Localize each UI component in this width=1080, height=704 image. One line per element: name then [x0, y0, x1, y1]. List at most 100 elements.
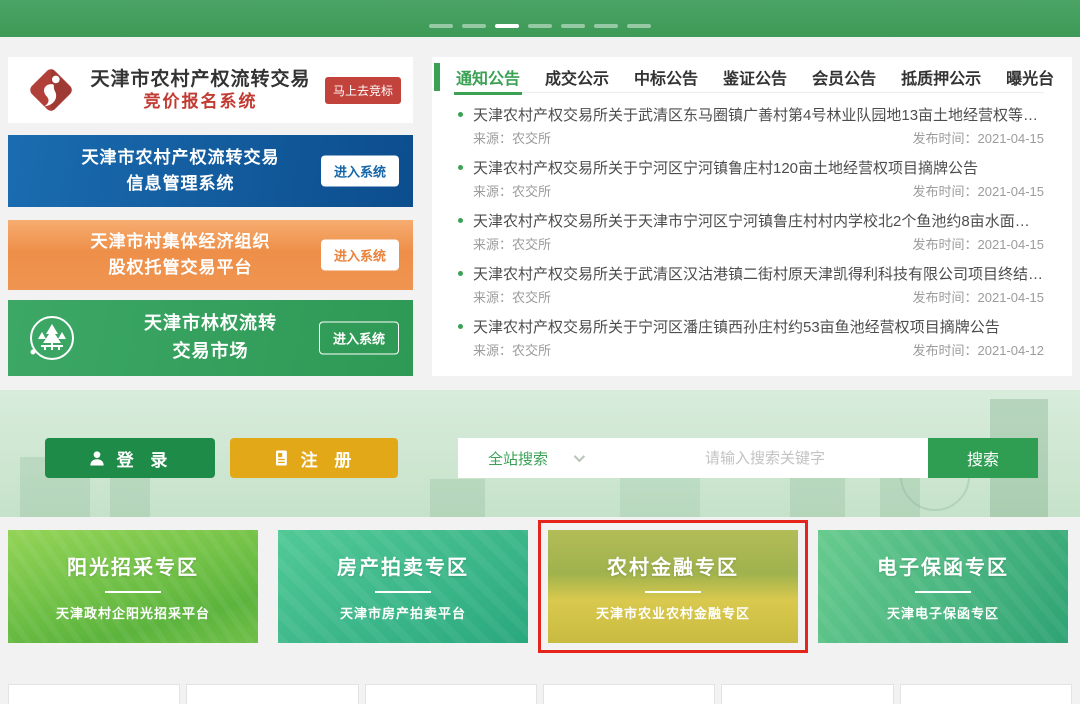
zone-divider	[915, 591, 971, 593]
banner-text: 天津市村集体经济组织 股权托管交易平台	[91, 229, 271, 282]
source-value: 农交所	[512, 131, 551, 146]
announcement-panel: 通知公告 成交公示 中标公告 鉴证公告 会员公告 抵质押公示 曝光台 更多 天津…	[432, 57, 1072, 376]
go-bid-button[interactable]: 马上去竞标	[325, 77, 401, 104]
publish-date: 2021-04-15	[978, 131, 1045, 146]
source-label: 来源：	[473, 131, 512, 146]
list-item: 天津农村产权交易所关于武清区汉沽港镇二街村原天津凯得利科技有限公司项目终结公告 …	[456, 264, 1044, 306]
announcement-meta: 来源：农交所 发布时间：2021-04-15	[456, 236, 1044, 253]
announcement-link[interactable]: 天津农村产权交易所关于天津市宁河区宁河镇鲁庄村村内学校北2个鱼池约8亩水面经营.…	[456, 211, 1044, 232]
announcement-title: 天津农村产权交易所关于宁河区宁河镇鲁庄村120亩土地经营权项目摘牌公告	[473, 160, 978, 177]
special-zones: 阳光招采专区 天津政村企阳光招采平台 房产拍卖专区 天津市房产拍卖平台 农村金融…	[8, 530, 1068, 643]
publish-date: 2021-04-12	[978, 343, 1045, 358]
banner-line1: 天津市村集体经济组织	[91, 229, 271, 255]
time-label: 发布时间：	[912, 131, 977, 146]
info-management-banner[interactable]: 天津市农村产权流转交易 信息管理系统 进入系统	[8, 135, 413, 207]
enter-system-button[interactable]: 进入系统	[319, 322, 399, 355]
announcement-list: 天津农村产权交易所关于武清区东马圈镇广善村第4号林业队园地13亩土地经营权等4个…	[456, 93, 1044, 359]
footer-cell[interactable]	[365, 684, 537, 704]
zone-subtitle: 天津电子保函专区	[887, 603, 999, 622]
zone-card-real-estate-auction[interactable]: 房产拍卖专区 天津市房产拍卖平台	[278, 530, 528, 643]
banner-text: 天津市农村产权流转交易 信息管理系统	[82, 145, 280, 198]
footer-cell[interactable]	[543, 684, 715, 704]
sidebar: 天津市农村产权流转交易 竞价报名系统 马上去竞标 天津市农村产权流转交易 信息管…	[8, 57, 413, 376]
banner-text: 天津市林权流转 交易市场	[78, 310, 343, 366]
tab-winning-bid[interactable]: 中标公告	[634, 65, 698, 89]
source-label: 来源：	[473, 184, 512, 199]
banner-line2: 股权托管交易平台	[91, 255, 271, 281]
tab-deal-publicity[interactable]: 成交公示	[545, 65, 609, 89]
announcement-link[interactable]: 天津农村产权交易所关于武清区东马圈镇广善村第4号林业队园地13亩土地经营权等4个…	[456, 105, 1044, 126]
forest-rights-banner[interactable]: 天津市林权流转 交易市场 进入系统	[8, 300, 413, 376]
equity-trusteeship-banner[interactable]: 天津市村集体经济组织 股权托管交易平台 进入系统	[8, 220, 413, 290]
bullet-icon	[458, 324, 463, 329]
exchange-logo-icon	[26, 65, 76, 115]
search-scope-label: 全站搜索	[488, 448, 548, 469]
footer-cell[interactable]	[8, 684, 180, 704]
enter-system-button[interactable]: 进入系统	[321, 156, 399, 187]
announcement-title: 天津农村产权交易所关于天津市宁河区宁河镇鲁庄村村内学校北2个鱼池约8亩水面经营.…	[473, 213, 1044, 230]
tab-exposure[interactable]: 曝光台	[1006, 65, 1054, 89]
carousel-dot[interactable]	[462, 24, 486, 28]
footer-cell[interactable]	[900, 684, 1072, 704]
carousel-dot[interactable]	[429, 24, 453, 28]
announcement-link[interactable]: 天津农村产权交易所关于宁河区宁河镇鲁庄村120亩土地经营权项目摘牌公告	[456, 158, 1044, 179]
list-item: 天津农村产权交易所关于宁河区宁河镇鲁庄村120亩土地经营权项目摘牌公告 来源：农…	[456, 158, 1044, 200]
carousel-dot[interactable]	[627, 24, 651, 28]
user-icon	[87, 448, 107, 468]
list-item: 天津农村产权交易所关于武清区东马圈镇广善村第4号林业队园地13亩土地经营权等4个…	[456, 105, 1044, 147]
announcement-meta: 来源：农交所 发布时间：2021-04-15	[456, 289, 1044, 306]
announcement-meta: 来源：农交所 发布时间：2021-04-15	[456, 130, 1044, 147]
login-label: 登 录	[117, 446, 174, 471]
zone-card-e-guarantee[interactable]: 电子保函专区 天津电子保函专区	[818, 530, 1068, 643]
zone-subtitle: 天津政村企阳光招采平台	[56, 603, 210, 622]
zone-subtitle: 天津市房产拍卖平台	[340, 603, 466, 622]
carousel-dot[interactable]	[561, 24, 585, 28]
bullet-icon	[458, 271, 463, 276]
banner-line2: 信息管理系统	[82, 171, 280, 197]
bullet-icon	[458, 218, 463, 223]
login-button[interactable]: 登 录	[45, 438, 215, 478]
carousel-dot-active[interactable]	[495, 24, 519, 28]
source-value: 农交所	[512, 237, 551, 252]
carousel-dot[interactable]	[594, 24, 618, 28]
announcement-meta: 来源：农交所 发布时间：2021-04-12	[456, 342, 1044, 359]
bidding-system-title: 天津市农村产权流转交易 竞价报名系统	[76, 68, 325, 113]
time-label: 发布时间：	[912, 237, 977, 252]
register-button[interactable]: 注 册	[230, 438, 398, 478]
bidding-title-line1: 天津市农村产权流转交易	[76, 68, 325, 92]
source-label: 来源：	[473, 343, 512, 358]
banner-line2: 交易市场	[78, 338, 343, 366]
footer-cell[interactable]	[186, 684, 358, 704]
carousel-dot[interactable]	[528, 24, 552, 28]
announcement-meta: 来源：农交所 发布时间：2021-04-15	[456, 183, 1044, 200]
tab-member[interactable]: 会员公告	[812, 65, 876, 89]
bullet-icon	[458, 112, 463, 117]
search-input[interactable]	[602, 450, 928, 467]
announcement-link[interactable]: 天津农村产权交易所关于武清区汉沽港镇二街村原天津凯得利科技有限公司项目终结公告	[456, 264, 1044, 285]
tab-pledge[interactable]: 抵质押公示	[901, 65, 981, 89]
zone-card-rural-finance[interactable]: 农村金融专区 天津市农业农村金融专区	[548, 530, 798, 643]
register-label: 注 册	[301, 446, 358, 471]
cityscape-building	[110, 475, 150, 517]
register-form-icon	[271, 448, 291, 468]
bidding-system-card[interactable]: 天津市农村产权流转交易 竞价报名系统 马上去竞标	[8, 57, 413, 123]
zone-title: 房产拍卖专区	[337, 551, 469, 580]
tab-certification[interactable]: 鉴证公告	[723, 65, 787, 89]
footer-cell[interactable]	[721, 684, 893, 704]
zone-title: 阳光招采专区	[67, 551, 199, 580]
source-label: 来源：	[473, 237, 512, 252]
announcement-title: 天津农村产权交易所关于武清区东马圈镇广善村第4号林业队园地13亩土地经营权等4个…	[473, 107, 1044, 124]
search-scope-select[interactable]: 全站搜索	[458, 448, 602, 469]
publish-date: 2021-04-15	[978, 290, 1045, 305]
enter-system-button[interactable]: 进入系统	[321, 240, 399, 271]
source-value: 农交所	[512, 184, 551, 199]
search-button[interactable]: 搜索	[928, 438, 1038, 478]
banner-line1: 天津市农村产权流转交易	[82, 145, 280, 171]
announcement-link[interactable]: 天津农村产权交易所关于宁河区潘庄镇西孙庄村约53亩鱼池经营权项目摘牌公告	[456, 317, 1044, 338]
announcement-title: 天津农村产权交易所关于宁河区潘庄镇西孙庄村约53亩鱼池经营权项目摘牌公告	[473, 319, 1000, 336]
tab-notice[interactable]: 通知公告	[456, 65, 520, 89]
zone-title: 电子保函专区	[877, 551, 1009, 580]
source-value: 农交所	[512, 343, 551, 358]
zone-card-sunshine-procurement[interactable]: 阳光招采专区 天津政村企阳光招采平台	[8, 530, 258, 643]
list-item: 天津农村产权交易所关于宁河区潘庄镇西孙庄村约53亩鱼池经营权项目摘牌公告 来源：…	[456, 317, 1044, 359]
